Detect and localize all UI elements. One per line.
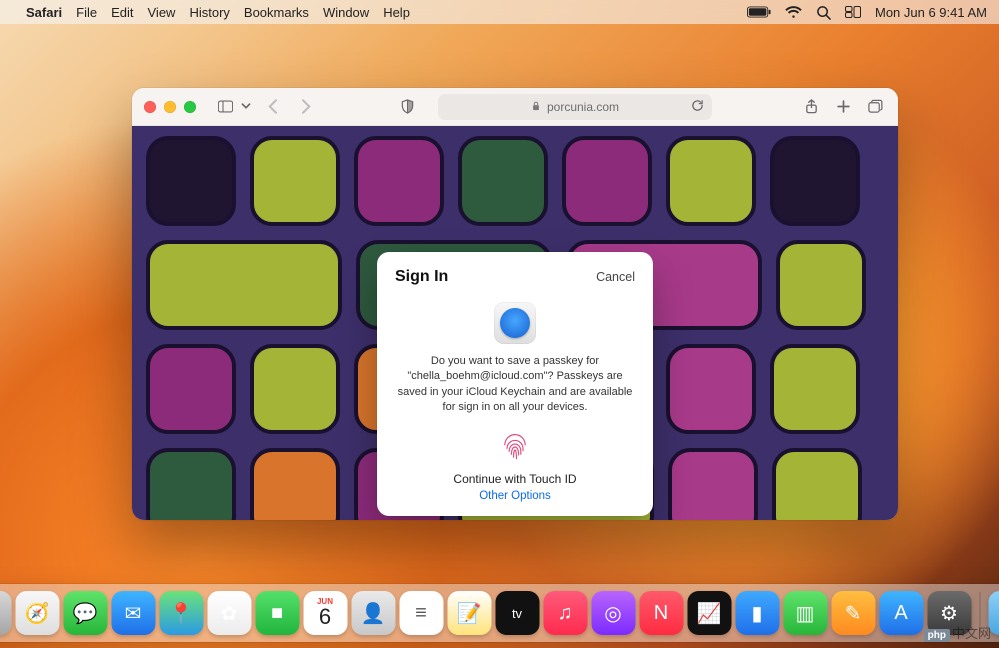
dock-app-tv[interactable]: tv	[495, 591, 539, 635]
dock-app-safari[interactable]: 🧭	[15, 591, 59, 635]
cancel-button[interactable]: Cancel	[596, 270, 635, 284]
menu-history[interactable]: History	[189, 5, 229, 20]
safari-window: porcunia.com	[132, 88, 898, 520]
page-content: Sign In Cancel Do you want to save a pas…	[132, 126, 898, 520]
reload-icon[interactable]	[691, 99, 704, 115]
touch-id-icon[interactable]	[496, 428, 534, 466]
passkey-dialog: Sign In Cancel Do you want to save a pas…	[377, 252, 653, 516]
dialog-title: Sign In	[395, 268, 448, 286]
control-center-icon[interactable]	[845, 6, 861, 18]
watermark: php中文网	[924, 623, 991, 642]
dock-app-facetime[interactable]: ■	[255, 591, 299, 635]
dock-app-music[interactable]: ♫	[543, 591, 587, 635]
dock-app-contacts[interactable]: 👤	[351, 591, 395, 635]
menu-file[interactable]: File	[76, 5, 97, 20]
dock-app-mail[interactable]: ✉	[111, 591, 155, 635]
forward-button[interactable]	[294, 96, 316, 118]
dock-app-calendar[interactable]: JUN6	[303, 591, 347, 635]
spotlight-icon[interactable]	[816, 5, 831, 20]
wifi-icon[interactable]	[785, 6, 802, 19]
menubar: Safari File Edit View History Bookmarks …	[0, 0, 999, 24]
dock-app-appstore[interactable]: A	[879, 591, 923, 635]
other-options-link[interactable]: Other Options	[395, 490, 635, 502]
menubar-app-name[interactable]: Safari	[26, 5, 62, 20]
dock-app-messages[interactable]: 💬	[63, 591, 107, 635]
back-button[interactable]	[262, 96, 284, 118]
dock-app-maps[interactable]: 📍	[159, 591, 203, 635]
dock-app-reminders[interactable]: ≡	[399, 591, 443, 635]
dock-app-launchpad[interactable]: ▦	[0, 591, 11, 635]
dock-app-stocks[interactable]: 📈	[687, 591, 731, 635]
menu-edit[interactable]: Edit	[111, 5, 133, 20]
privacy-shield-icon[interactable]	[396, 96, 418, 118]
menu-help[interactable]: Help	[383, 5, 410, 20]
dock: ☻▦🧭💬✉📍✿■JUN6👤≡📝tv♫◎N📈▮▥✎A⚙▾🗑	[0, 584, 999, 642]
menu-view[interactable]: View	[148, 5, 176, 20]
battery-icon[interactable]	[747, 6, 771, 18]
menubar-clock[interactable]: Mon Jun 6 9:41 AM	[875, 5, 987, 20]
address-bar[interactable]: porcunia.com	[438, 94, 712, 120]
close-button[interactable]	[144, 101, 156, 113]
new-tab-icon[interactable]	[832, 96, 854, 118]
safari-app-icon	[494, 302, 536, 344]
window-controls	[144, 101, 196, 113]
tab-overview-icon[interactable]	[864, 96, 886, 118]
menu-bookmarks[interactable]: Bookmarks	[244, 5, 309, 20]
address-text: porcunia.com	[547, 100, 619, 114]
dialog-message: Do you want to save a passkey for "chell…	[397, 354, 633, 416]
lock-icon	[531, 100, 541, 114]
dock-app-pages[interactable]: ✎	[831, 591, 875, 635]
share-icon[interactable]	[800, 96, 822, 118]
minimize-button[interactable]	[164, 101, 176, 113]
fullscreen-button[interactable]	[184, 101, 196, 113]
sidebar-toggle-icon[interactable]	[214, 96, 236, 118]
tab-group-chevron-icon[interactable]	[240, 96, 252, 118]
safari-toolbar: porcunia.com	[132, 88, 898, 126]
dock-app-photos[interactable]: ✿	[207, 591, 251, 635]
dock-app-podcasts[interactable]: ◎	[591, 591, 635, 635]
dock-app-notes[interactable]: 📝	[447, 591, 491, 635]
dock-app-news[interactable]: N	[639, 591, 683, 635]
dock-app-keynote[interactable]: ▮	[735, 591, 779, 635]
dock-app-numbers[interactable]: ▥	[783, 591, 827, 635]
continue-touch-id-label: Continue with Touch ID	[395, 472, 635, 486]
menu-window[interactable]: Window	[323, 5, 369, 20]
